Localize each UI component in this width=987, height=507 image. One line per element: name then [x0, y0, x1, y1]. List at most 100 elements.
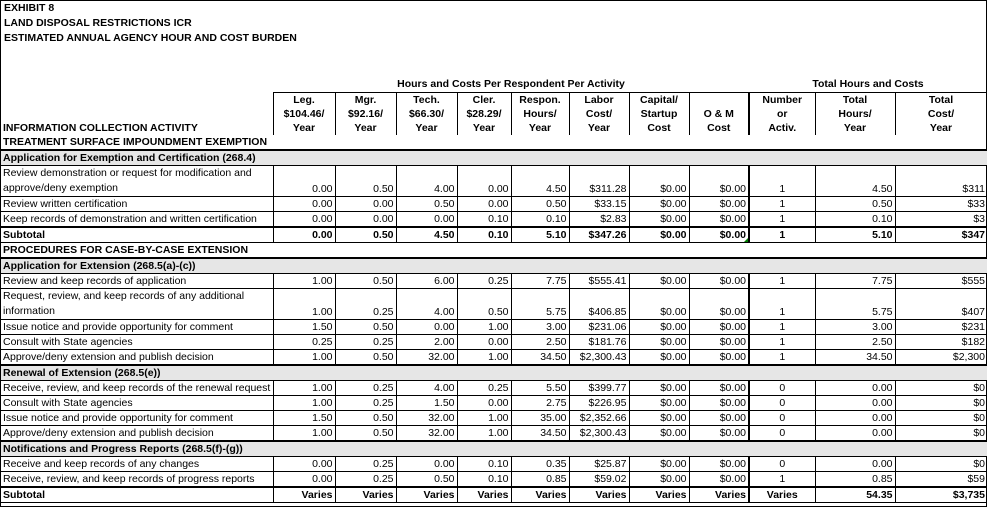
table-cell: 0.00: [272, 456, 336, 472]
table-cell: 32.00: [395, 349, 458, 366]
column-header: Year: [456, 121, 512, 135]
table-cell: $231: [894, 319, 987, 335]
table-cell: $0.00: [688, 471, 750, 488]
table-cell: 5.10: [814, 226, 896, 243]
table-cell: $0.00: [688, 334, 750, 350]
table-cell: 6.00: [395, 273, 458, 289]
table-cell: 0.25: [272, 334, 336, 350]
table-cell: $2,300.43: [568, 425, 630, 442]
table-cell: 54.35: [814, 486, 896, 503]
table-cell: 0.00: [395, 211, 458, 228]
activity-label: Consult with State agencies: [1, 334, 274, 350]
activity-label: Keep records of demonstration and writte…: [1, 211, 274, 228]
table-cell: 34.50: [510, 425, 570, 442]
activity-label: Approve/deny extension and publish decis…: [1, 425, 274, 442]
table-cell: $0.00: [628, 456, 690, 472]
activity-label: Issue notice and provide opportunity for…: [1, 319, 274, 335]
column-header: $28.29/: [456, 107, 512, 121]
table-cell: $0.00: [628, 226, 690, 243]
table-cell: 1: [748, 226, 816, 243]
table-cell: $3: [894, 211, 987, 228]
table-row: Issue notice and provide opportunity for…: [1, 410, 987, 426]
table-cell: 34.50: [510, 349, 570, 366]
table-cell: $2,300.43: [568, 349, 630, 366]
table-cell: 1.00: [272, 288, 336, 320]
table-row: Receive, review, and keep records of pro…: [1, 471, 987, 488]
table-cell: 5.75: [814, 288, 896, 320]
table-cell: 0.25: [456, 273, 512, 289]
subtotal-row: Subtotal Varies Varies Varies Varies Varies Va…: [1, 486, 987, 503]
group-header-per-respondent: Hours and Costs Per Respondent Per Activ…: [397, 78, 625, 90]
table-cell: 0.00: [814, 425, 896, 442]
column-header: Year: [272, 121, 336, 135]
table-row: Review and keep records of application 1.…: [1, 273, 987, 289]
table-cell: 0.25: [334, 456, 397, 472]
table-cell: $0.00: [688, 288, 750, 320]
column-header: or: [748, 107, 816, 121]
table-cell: 0.35: [510, 456, 570, 472]
table-cell: $182: [894, 334, 987, 350]
group-title-row: PROCEDURES FOR CASE-BY-CASE EXTENSION: [1, 242, 987, 259]
table-cell: $0.00: [688, 395, 750, 411]
table-cell: $0.00: [628, 319, 690, 335]
table-cell: $0.00: [628, 288, 690, 320]
column-header: [688, 92, 750, 107]
table-row: Review demonstration or request for modi…: [1, 165, 987, 197]
column-header: O & M: [688, 107, 750, 121]
table-cell: $231.06: [568, 319, 630, 335]
table-cell: 0.00: [272, 165, 336, 197]
table-cell: 4.00: [395, 165, 458, 197]
column-header: Year: [568, 121, 630, 135]
table-cell: $0.00: [688, 196, 750, 212]
table-cell: 0: [748, 380, 816, 396]
table-cell: $555.41: [568, 273, 630, 289]
table-cell: 1.00: [272, 395, 336, 411]
table-cell: 1: [748, 471, 816, 488]
table-cell: $0.00: [688, 349, 750, 366]
table-cell: $0.00: [688, 165, 750, 197]
burden-table: Leg. Mgr. Tech. Cler. Respon. Labor Capital/Nu…: [1, 92, 987, 503]
table-cell: $0.00: [628, 165, 690, 197]
table-cell: $0.00: [628, 395, 690, 411]
table-cell: $0.00: [628, 196, 690, 212]
table-cell: 0.50: [334, 165, 397, 197]
table-cell: 3.00: [814, 319, 896, 335]
table-cell: 2.75: [510, 395, 570, 411]
column-header: $66.30/: [395, 107, 458, 121]
column-header: Year: [894, 121, 987, 135]
table-cell: $25.87: [568, 456, 630, 472]
table-cell: $3,735: [894, 486, 987, 503]
column-header: Year: [510, 121, 570, 135]
table-cell: Varies: [456, 486, 512, 503]
column-header: Startup: [628, 107, 690, 121]
activity-label: Review demonstration or request for modi…: [1, 165, 274, 197]
table-cell: $407: [894, 288, 987, 320]
table-cell: $0.00: [628, 410, 690, 426]
table-cell: 0.00: [814, 410, 896, 426]
subtotal-row: Subtotal 0.00 0.50 4.50 0.10 5.10 $347.26 $0.00…: [1, 226, 987, 243]
table-cell: 1.00: [272, 380, 336, 396]
table-cell: $0: [894, 410, 987, 426]
table-cell: $2,300: [894, 349, 987, 366]
activity-label: Consult with State agencies: [1, 395, 274, 411]
column-header: Cler.: [456, 92, 512, 107]
table-cell: $0.00: [628, 334, 690, 350]
table-cell: 1.50: [395, 395, 458, 411]
table-cell: 1.00: [272, 349, 336, 366]
table-cell: 0: [748, 456, 816, 472]
table-cell: 0.50: [814, 196, 896, 212]
table-cell: $0.00: [628, 273, 690, 289]
section-label: Notifications and Progress Reports (268.…: [1, 440, 987, 457]
table-cell: $347: [894, 226, 987, 243]
table-cell: Varies: [748, 486, 816, 503]
table-cell: 0.10: [456, 456, 512, 472]
table-cell: 0.50: [395, 196, 458, 212]
table-cell: 0: [748, 395, 816, 411]
table-cell: $0.00: [628, 380, 690, 396]
table-cell: 1.00: [456, 319, 512, 335]
activity-label: Request, review, and keep records of any…: [1, 288, 274, 320]
column-header: Tech.: [395, 92, 458, 107]
table-cell: 0.50: [334, 410, 397, 426]
table-row: Request, review, and keep records of any…: [1, 288, 987, 320]
table-cell: 0.50: [334, 319, 397, 335]
